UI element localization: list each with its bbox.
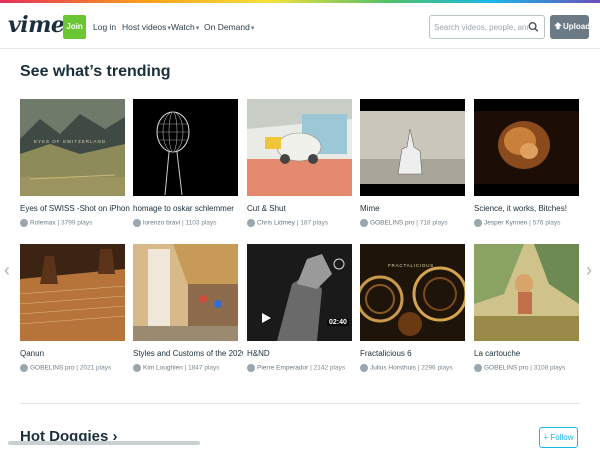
video-title[interactable]: Eyes of SWISS -Shot on iPhone 7 bbox=[20, 204, 130, 213]
video-plays: 1103 plays bbox=[185, 219, 217, 227]
follow-button[interactable]: + Follow bbox=[539, 427, 578, 448]
avatar[interactable] bbox=[360, 364, 368, 372]
video-title[interactable]: Mime bbox=[360, 204, 470, 213]
chevron-right-icon[interactable]: › bbox=[586, 260, 596, 280]
avatar[interactable] bbox=[474, 219, 482, 227]
avatar[interactable] bbox=[247, 219, 255, 227]
video-plays: 2021 plays bbox=[79, 364, 112, 372]
video-title[interactable]: H&ND bbox=[247, 349, 357, 358]
video-meta: Rolemax | 3799 plays bbox=[20, 219, 135, 227]
main-content: See what’s trending ‹ › EYES OF SWITZERL… bbox=[0, 50, 600, 450]
avatar[interactable] bbox=[133, 219, 141, 227]
video-thumbnail[interactable] bbox=[474, 244, 579, 341]
bw-hands-image bbox=[247, 244, 352, 341]
avatar[interactable] bbox=[20, 219, 28, 227]
search-box bbox=[429, 15, 545, 39]
video-thumbnail[interactable] bbox=[133, 244, 238, 341]
nav-host-videos[interactable]: Host videos▾ bbox=[122, 22, 171, 32]
avatar[interactable] bbox=[133, 364, 141, 372]
video-thumbnail[interactable] bbox=[474, 99, 579, 196]
chevron-down-icon: ▾ bbox=[250, 25, 255, 32]
upload-button[interactable]: Upload bbox=[550, 15, 591, 39]
video-author[interactable]: lorenzo bravi bbox=[143, 220, 180, 227]
fractal-image bbox=[360, 244, 465, 341]
video-meta: Pierre Emperador | 2142 plays bbox=[247, 364, 362, 372]
video-plays: 576 plays bbox=[532, 219, 561, 227]
video-plays: 718 plays bbox=[419, 219, 448, 227]
top-navigation-bar: vimeo Join Log in Host videos▾ Watch▾ On… bbox=[0, 3, 600, 49]
video-meta: Jesper Kynnen | 576 plays bbox=[474, 219, 589, 227]
chevron-left-icon[interactable]: ‹ bbox=[4, 260, 14, 280]
nav-on-demand[interactable]: On Demand▾ bbox=[204, 22, 254, 32]
video-author[interactable]: Kim Loughlen bbox=[143, 365, 183, 372]
video-author[interactable]: Julius Horsthuis bbox=[370, 365, 416, 372]
video-thumbnail[interactable]: EYES OF SWITZERLAND bbox=[20, 99, 125, 196]
nav-on-demand-label: On Demand bbox=[204, 22, 250, 32]
video-thumbnail[interactable] bbox=[133, 99, 238, 196]
qanun-instrument-image bbox=[20, 244, 125, 341]
video-author[interactable]: Jesper Kynnen bbox=[484, 220, 527, 227]
animated-character-image bbox=[474, 244, 579, 341]
search-input[interactable] bbox=[434, 20, 528, 35]
video-author[interactable]: GOBELINS pro bbox=[484, 365, 528, 372]
login-link[interactable]: Log in bbox=[93, 22, 116, 32]
video-author[interactable]: GOBELINS pro bbox=[30, 365, 74, 372]
street-scene-image bbox=[133, 244, 238, 341]
upload-button-label: Upload bbox=[563, 22, 591, 31]
video-meta: GOBELINS pro | 718 plays bbox=[360, 219, 475, 227]
video-author[interactable]: GOBELINS pro bbox=[370, 220, 414, 227]
video-title[interactable]: Science, it works, Bitches! bbox=[474, 204, 584, 213]
car-sculpture-image bbox=[247, 99, 352, 196]
video-title[interactable]: Cut & Shut bbox=[247, 204, 357, 213]
avatar[interactable] bbox=[474, 364, 482, 372]
video-meta: lorenzo bravi | 1103 plays bbox=[133, 219, 248, 227]
molten-rock-image bbox=[474, 99, 579, 196]
video-title[interactable]: Styles and Customs of the 2020s bbox=[133, 349, 243, 358]
video-plays: 187 plays bbox=[300, 219, 329, 227]
video-meta: Kim Loughlen | 1847 plays bbox=[133, 364, 248, 372]
video-title[interactable]: homage to oskar schlemmer bbox=[133, 204, 243, 213]
horizontal-scrollbar[interactable] bbox=[8, 441, 200, 445]
video-plays: 3799 plays bbox=[60, 219, 93, 227]
video-meta: Chris Lidmey | 187 plays bbox=[247, 219, 362, 227]
video-thumbnail[interactable] bbox=[360, 99, 465, 196]
upload-icon bbox=[554, 22, 562, 30]
video-meta: GOBELINS pro | 2021 plays bbox=[20, 364, 135, 372]
video-title[interactable]: Fractalicious 6 bbox=[360, 349, 470, 358]
chevron-down-icon: ▾ bbox=[195, 25, 200, 32]
video-title[interactable]: Qanun bbox=[20, 349, 130, 358]
section-divider bbox=[20, 403, 580, 404]
mime-hands-image bbox=[360, 99, 465, 196]
avatar[interactable] bbox=[247, 364, 255, 372]
video-meta: GOBELINS pro | 3108 plays bbox=[474, 364, 589, 372]
video-thumbnail[interactable]: FRACTALICIOUS bbox=[360, 244, 465, 341]
video-thumbnail[interactable] bbox=[20, 244, 125, 341]
nav-watch[interactable]: Watch▾ bbox=[171, 22, 199, 32]
avatar[interactable] bbox=[20, 364, 28, 372]
video-author[interactable]: Pierre Emperador bbox=[257, 365, 308, 372]
video-author[interactable]: Chris Lidmey bbox=[257, 220, 295, 227]
search-icon[interactable] bbox=[527, 20, 540, 34]
nav-host-videos-label: Host videos bbox=[122, 22, 167, 32]
thumbnail-caption: EYES OF SWITZERLAND bbox=[34, 139, 107, 144]
nav-watch-label: Watch bbox=[171, 22, 195, 32]
video-duration: 02:40 bbox=[327, 319, 349, 326]
thumbnail-caption: FRACTALICIOUS bbox=[388, 263, 435, 268]
avatar[interactable] bbox=[360, 219, 368, 227]
video-title[interactable]: La cartouche bbox=[474, 349, 584, 358]
video-plays: 2296 plays bbox=[421, 364, 453, 372]
wireframe-head-image bbox=[133, 99, 238, 196]
video-thumbnail[interactable]: 02:40 bbox=[247, 244, 352, 341]
video-plays: 1847 plays bbox=[188, 364, 220, 372]
video-author[interactable]: Rolemax bbox=[30, 220, 56, 227]
video-thumbnail[interactable] bbox=[247, 99, 352, 196]
mountain-landscape-image bbox=[20, 99, 125, 196]
video-plays: 2142 plays bbox=[313, 364, 346, 372]
join-button[interactable]: Join bbox=[63, 15, 86, 39]
trending-heading: See what’s trending bbox=[20, 63, 171, 80]
video-plays: 3108 plays bbox=[533, 364, 566, 372]
play-icon[interactable] bbox=[260, 312, 272, 324]
video-meta: Julius Horsthuis | 2296 plays bbox=[360, 364, 475, 372]
